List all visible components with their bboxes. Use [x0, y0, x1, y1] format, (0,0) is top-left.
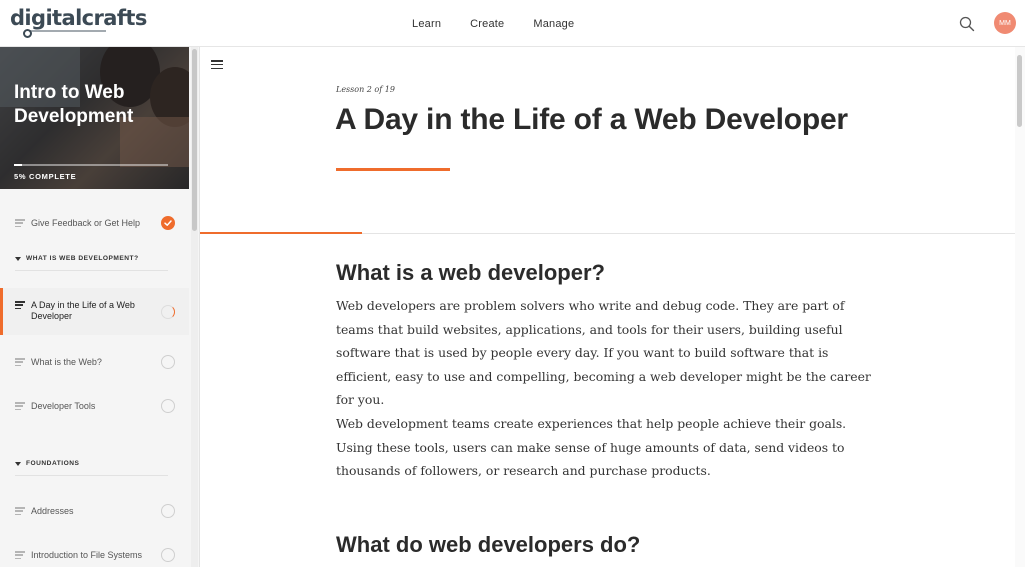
sidebar-item-label: Introduction to File Systems: [31, 549, 143, 560]
course-sidebar: Intro to Web Development 5% COMPLETE Giv…: [0, 47, 200, 567]
top-bar: digitalcrafts Learn Create Manage MM: [0, 0, 1025, 47]
not-started-circle-icon: [161, 355, 175, 369]
not-started-circle-icon: [161, 548, 175, 562]
lesson-lines-icon: [15, 301, 25, 310]
section-title: FOUNDATIONS: [26, 460, 80, 467]
caret-down-icon: [15, 461, 21, 466]
lesson-lines-icon: [15, 551, 25, 560]
digitalcrafts-logo[interactable]: digitalcrafts: [10, 6, 147, 38]
section-header-what-is-web-development[interactable]: WHAT IS WEB DEVELOPMENT?: [15, 247, 168, 271]
nav-create[interactable]: Create: [470, 18, 504, 30]
section-header-foundations[interactable]: FOUNDATIONS: [15, 452, 168, 476]
sidebar-item-label: Developer Tools: [31, 400, 96, 411]
logo-tagline-mark: [28, 30, 106, 32]
sidebar-item-developer-tools[interactable]: Developer Tools: [0, 395, 189, 417]
lesson-number: Lesson 2 of 19: [336, 85, 395, 94]
lesson-lines-icon: [15, 358, 25, 367]
content-scrollbar-thumb[interactable]: [1017, 55, 1022, 127]
course-hero-banner: Intro to Web Development 5% COMPLETE: [0, 47, 189, 189]
lesson-content: Lesson 2 of 19 A Day in the Life of a We…: [200, 47, 1015, 567]
lesson-scroll-progress: [200, 232, 362, 234]
course-progress-bar: [14, 164, 168, 166]
sidebar-item-label: A Day in the Life of a Web Developer: [31, 300, 135, 321]
logo-ring-mark: [23, 29, 32, 38]
sidebar-scrollbar-thumb[interactable]: [192, 49, 197, 231]
sidebar-item-addresses[interactable]: Addresses: [0, 500, 189, 522]
lesson-title: A Day in the Life of a Web Developer: [335, 103, 848, 136]
lesson-paragraph: Web developers are problem solvers who w…: [336, 298, 871, 408]
section-title: WHAT IS WEB DEVELOPMENT?: [26, 255, 139, 262]
sidebar-item-label: What is the Web?: [31, 356, 102, 367]
completed-check-icon: [161, 216, 175, 230]
course-title: Intro to Web Development: [14, 82, 134, 127]
user-avatar[interactable]: MM: [994, 12, 1016, 34]
section-heading: What do web developers do?: [336, 532, 641, 557]
sidebar-scrollbar[interactable]: [191, 47, 198, 567]
content-scrollbar[interactable]: [1015, 47, 1025, 567]
sidebar-item-label: Give Feedback or Get Help: [31, 217, 141, 228]
section-heading: What is a web developer?: [336, 260, 605, 285]
hamburger-menu-icon[interactable]: [211, 60, 223, 70]
not-started-circle-icon: [161, 504, 175, 518]
in-progress-icon: [161, 305, 175, 319]
course-progress-label: 5% COMPLETE: [14, 172, 77, 181]
title-accent-underline: [336, 168, 450, 171]
lesson-lines-icon: [15, 507, 25, 516]
main-nav: Learn Create Manage: [412, 0, 574, 47]
lesson-lines-icon: [15, 402, 25, 411]
lesson-lines-icon: [15, 219, 25, 228]
sidebar-item-label: Addresses: [31, 505, 74, 516]
lesson-paragraph: Web development teams create experiences…: [336, 416, 847, 479]
course-progress-fill: [14, 164, 22, 166]
logo-text: digitalcrafts: [10, 6, 147, 30]
sidebar-item-introduction-to-file-systems[interactable]: Introduction to File Systems: [0, 544, 189, 566]
search-icon[interactable]: [959, 16, 975, 32]
caret-down-icon: [15, 256, 21, 261]
sidebar-item-a-day-in-the-life[interactable]: A Day in the Life of a Web Developer: [0, 288, 189, 335]
nav-learn[interactable]: Learn: [412, 18, 441, 30]
not-started-circle-icon: [161, 399, 175, 413]
sidebar-item-feedback[interactable]: Give Feedback or Get Help: [0, 212, 189, 234]
sidebar-item-what-is-the-web[interactable]: What is the Web?: [0, 351, 189, 373]
nav-manage[interactable]: Manage: [533, 18, 574, 30]
